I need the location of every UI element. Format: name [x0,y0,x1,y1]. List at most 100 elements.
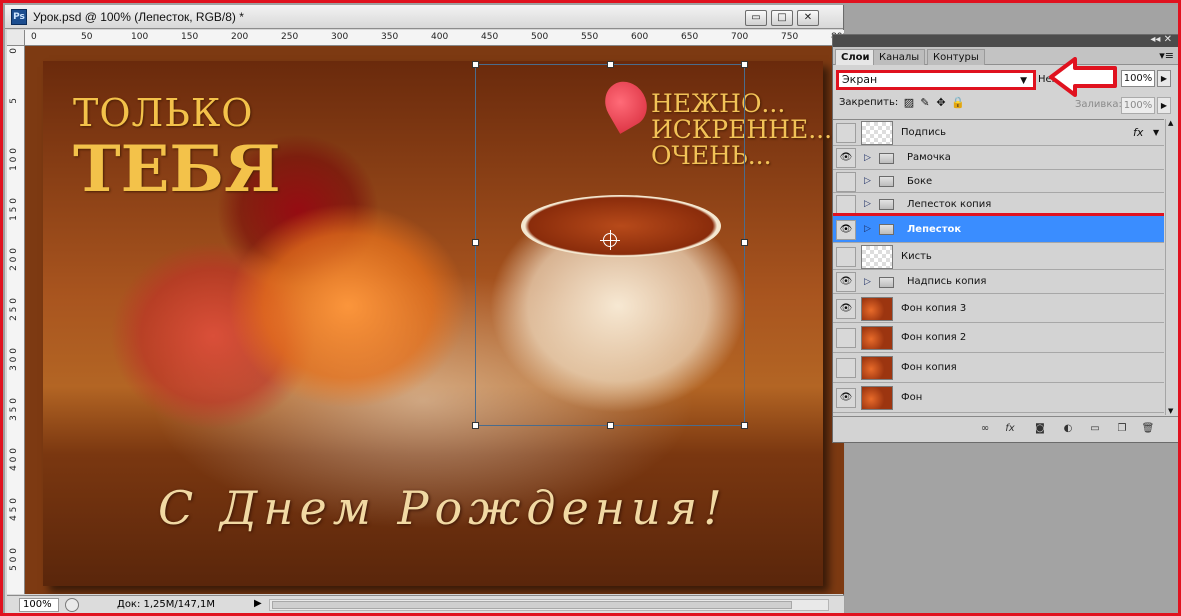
scroll-down-icon[interactable]: ▼ [1168,407,1173,415]
ruler-tick-label: 700 [731,32,749,42]
layer-row[interactable]: 👁 Фон копия 3 [833,294,1164,323]
opacity-field[interactable]: 100% [1121,70,1155,87]
visibility-eye-icon[interactable] [836,328,856,348]
layer-row[interactable]: Кисть [833,243,1164,270]
expand-triangle-icon[interactable]: ▷ [864,153,871,163]
ruler-tick-label: 5 0 0 [9,548,19,571]
ruler-tick-label: 400 [431,32,449,42]
fill-label: Заливка: [1075,99,1122,110]
horizontal-ruler[interactable]: 0 50 100 150 200 250 300 350 400 450 500 550 600 650 7… [25,30,844,46]
folder-icon [879,224,894,235]
layer-row[interactable]: Подпись fx ▼ [833,120,1164,146]
vertical-ruler[interactable]: 0 5 1 0 0 1 5 0 2 0 0 2 5 0 3 0 0 3 5 0 4 0 0 4 5… [7,46,25,594]
document-title: Урок.psd @ 100% (Лепесток, RGB/8) * [33,10,244,24]
visibility-eye-icon[interactable] [836,246,856,267]
status-menu-icon[interactable] [65,598,79,612]
layer-name: Лепесток копия [907,198,992,210]
layer-row[interactable]: Фон копия [833,353,1164,383]
visibility-eye-icon[interactable] [836,171,856,192]
panel-tabs: Слои Каналы Контуры ▾≡ [833,47,1178,65]
layer-thumbnail [861,356,893,380]
layer-name: Фон копия 2 [901,332,967,343]
lock-brush-icon[interactable]: ✎ [919,97,931,109]
expand-triangle-icon[interactable]: ▷ [864,199,871,209]
lock-transparency-icon[interactable]: ▨ [903,97,915,109]
layer-effects-icon[interactable]: fx [1133,126,1143,139]
zoom-field[interactable]: 100% [19,598,59,612]
layer-row[interactable]: 👁 Фон [833,383,1164,413]
layer-row[interactable]: ▷ Боке [833,170,1164,193]
tab-layers[interactable]: Слои [835,49,876,65]
artwork-image: ТОЛЬКО ТЕБЯ НЕЖНО... ИСКРЕННЕ... ОЧЕНЬ..… [43,61,832,586]
visibility-eye-icon[interactable] [836,194,856,215]
tab-paths[interactable]: Контуры [927,49,985,65]
expand-triangle-icon[interactable]: ▷ [864,224,871,234]
vertical-scrollbar[interactable]: ▲ ▼ [1165,119,1177,415]
group-icon[interactable]: ▭ [1088,423,1102,435]
transform-handle[interactable] [607,422,614,429]
expand-triangle-icon[interactable]: ▷ [864,277,871,287]
visibility-eye-icon[interactable]: 👁 [836,298,856,319]
folder-icon [879,199,894,210]
lock-move-icon[interactable]: ✥ [935,97,947,109]
tab-channels[interactable]: Каналы [873,49,926,65]
layer-row[interactable]: 👁 ▷ Рамочка [833,146,1164,170]
canvas[interactable]: ТОЛЬКО ТЕБЯ НЕЖНО... ИСКРЕННЕ... ОЧЕНЬ..… [25,46,844,594]
adjustment-icon[interactable]: ◐ [1061,423,1075,435]
link-icon[interactable]: ∞ [978,423,992,435]
visibility-eye-icon[interactable]: 👁 [836,272,856,292]
visibility-eye-icon[interactable]: 👁 [836,219,856,240]
transform-handle[interactable] [472,239,479,246]
visibility-eye-icon[interactable] [836,358,856,378]
layer-row[interactable]: 👁 ▷ Надпись копия [833,270,1164,294]
fx-icon[interactable]: fx [1003,423,1017,435]
trash-icon[interactable]: 🗑 [1141,423,1155,435]
ruler-corner[interactable] [7,30,25,46]
visibility-eye-icon[interactable]: 👁 [836,148,856,168]
horizontal-scrollbar[interactable] [269,599,829,611]
visibility-eye-icon[interactable] [836,123,856,143]
transform-handle[interactable] [741,422,748,429]
expand-triangle-icon[interactable]: ▷ [864,176,871,186]
layer-row[interactable]: 👁 ▷ Лепесток [833,213,1164,246]
panel-header[interactable]: ◂◂ ✕ [833,34,1178,47]
fill-field[interactable]: 100% [1121,97,1155,114]
mask-icon[interactable]: ◙ [1033,423,1047,435]
minimize-button[interactable]: ▭ [745,10,767,26]
transform-handle[interactable] [607,61,614,68]
effects-expand-icon[interactable]: ▼ [1153,128,1159,137]
layer-row[interactable]: ▷ Лепесток копия [833,193,1164,216]
scrollbar-thumb[interactable] [272,601,792,609]
ruler-tick-label: 2 0 0 [9,248,19,271]
folder-icon [879,152,894,164]
transform-handle[interactable] [472,422,479,429]
transform-handle[interactable] [741,61,748,68]
close-button[interactable]: ✕ [797,10,819,26]
collapse-icon[interactable]: ◂◂ ✕ [1150,34,1172,45]
visibility-eye-icon[interactable]: 👁 [836,388,856,408]
lock-all-icon[interactable]: 🔒 [951,97,965,109]
ruler-tick-label: 3 0 0 [9,348,19,371]
fill-slider-arrow[interactable]: ▶ [1157,97,1171,114]
panel-menu-icon[interactable]: ▾≡ [1159,49,1174,62]
layer-thumbnail [861,326,893,350]
scroll-up-icon[interactable]: ▲ [1168,119,1173,127]
opacity-slider-arrow[interactable]: ▶ [1157,70,1171,87]
title-bar[interactable]: Ps Урок.psd @ 100% (Лепесток, RGB/8) * ▭… [5,5,843,29]
artwork-title-line1: ТОЛЬКО [73,91,254,135]
layer-name: Фон копия 3 [901,302,967,314]
folder-icon [879,176,894,187]
ruler-tick-label: 750 [781,32,799,42]
layer-row[interactable]: Фон копия 2 [833,323,1164,353]
reference-point-icon[interactable] [600,230,620,250]
blend-mode-value: Экран [842,73,878,86]
ruler-tick-label: 4 5 0 [9,498,19,521]
status-arrow-icon[interactable]: ▶ [254,598,262,609]
new-layer-icon[interactable]: ❐ [1115,423,1129,435]
transform-handle[interactable] [741,239,748,246]
ruler-tick-label: 250 [281,32,299,42]
photoshop-app-icon: Ps [11,9,27,25]
maximize-button[interactable]: □ [771,10,793,26]
blend-mode-select[interactable]: Экран ▼ [836,70,1036,90]
transform-handle[interactable] [472,61,479,68]
